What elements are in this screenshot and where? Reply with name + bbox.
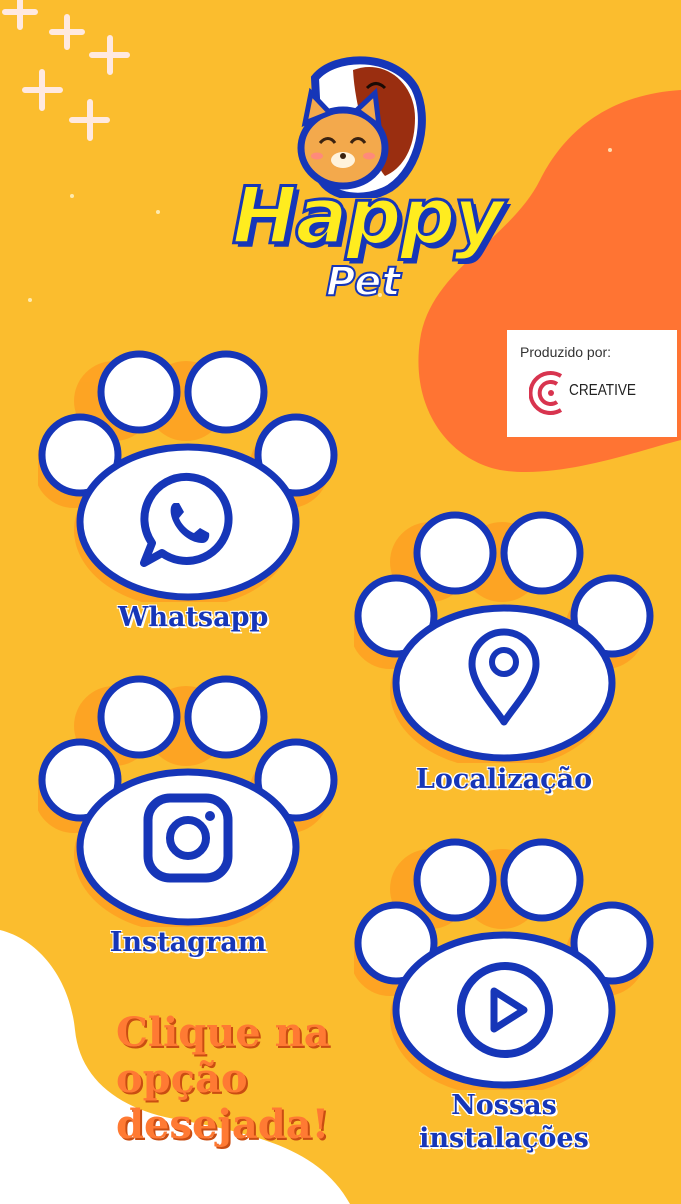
instagram-button[interactable]: Instagram: [38, 672, 338, 956]
location-button[interactable]: Localização: [354, 508, 654, 793]
link-page: Happy Pet Produzido por: CREATIVE Whatsa…: [0, 0, 681, 1204]
credit-card[interactable]: Produzido por: CREATIVE: [507, 330, 677, 437]
location-label: Localização: [415, 764, 593, 795]
whatsapp-icon: [140, 472, 233, 567]
play-icon: [457, 962, 553, 1058]
brand-subtitle: Pet: [325, 259, 401, 305]
creative-logo-icon: [529, 371, 563, 415]
whatsapp-button[interactable]: Whatsapp: [38, 347, 338, 631]
facilities-label-line1: Nossas: [451, 1090, 557, 1121]
brand-title: Happy: [230, 172, 505, 262]
cta-line-2: opção: [116, 1055, 248, 1102]
call-to-action: Clique na opção desejada!: [116, 1010, 356, 1148]
credit-label: Produzido por:: [520, 344, 612, 360]
cta-line-1: Clique na: [116, 1009, 330, 1056]
cta-line-3: desejada!: [116, 1101, 330, 1148]
location-pin-icon: [468, 628, 540, 726]
sparkles-decoration: [2, 0, 130, 141]
facilities-button[interactable]: Nossas instalações: [354, 835, 654, 1152]
instagram-label: Instagram: [109, 927, 267, 958]
credit-company: CREATIVE: [569, 382, 637, 399]
whatsapp-label: Whatsapp: [118, 602, 269, 633]
instagram-icon: [143, 793, 233, 883]
facilities-label-line2: instalações: [419, 1123, 589, 1154]
